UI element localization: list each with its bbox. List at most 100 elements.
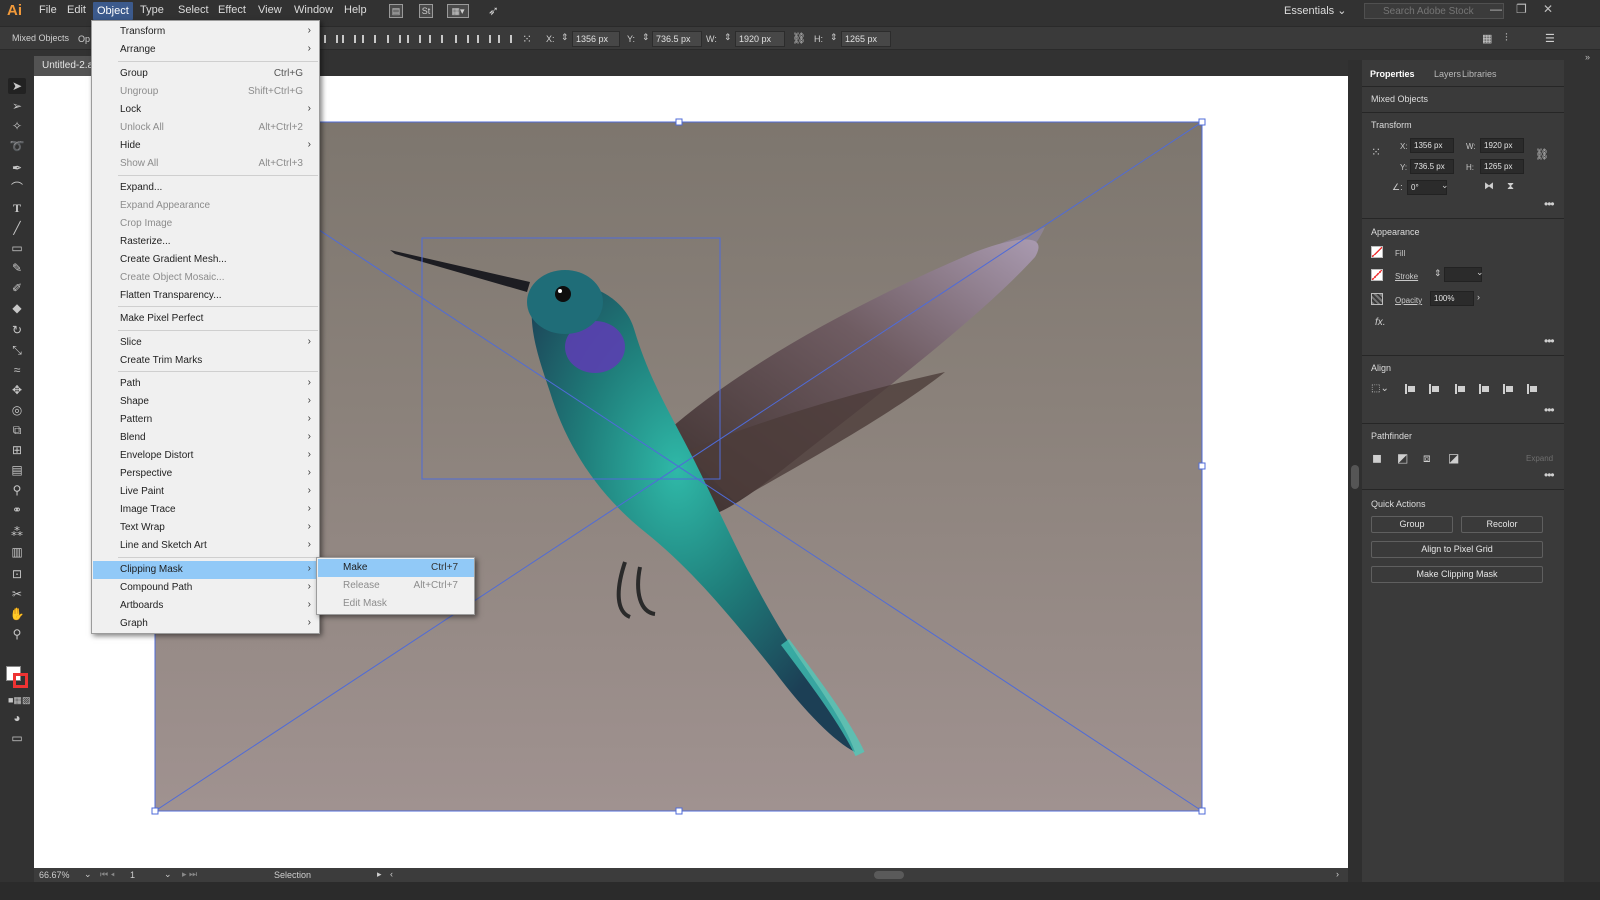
menu-item-rasterize[interactable]: Rasterize... [93,233,319,251]
first-artboard-icon[interactable]: ⏮ ◂ [100,869,115,880]
menu-item-live-paint[interactable]: Live Paint › [93,483,319,501]
align-left-icon[interactable] [1404,383,1416,395]
fx-icon[interactable]: fx. [1375,317,1386,328]
menu-item-slice[interactable]: Slice › [93,334,319,352]
mesh-tool-icon[interactable]: ⊞ [8,442,26,458]
submenu-item-edit-mask[interactable]: Edit Mask [318,595,474,613]
transform-w-field[interactable]: 1920 px [1480,138,1524,153]
chevron-down-icon[interactable]: ⌄ [84,869,92,880]
tab-properties[interactable]: Properties [1370,69,1415,79]
menu-item-shape[interactable]: Shape › [93,393,319,411]
h-stepper-icon[interactable]: ⇕ [830,32,838,43]
menu-item-blend[interactable]: Blend › [93,429,319,447]
gradient-tool-icon[interactable]: ▤ [8,462,26,478]
menu-item-lock[interactable]: Lock › [93,101,319,119]
transform-x-field[interactable]: 1356 px [1410,138,1454,153]
align-hcenter-icon[interactable] [1428,383,1440,395]
menu-item-crop-image[interactable]: Crop Image [93,215,319,233]
more-options-icon[interactable]: ••• [1544,334,1555,348]
menu-item-artboards[interactable]: Artboards › [93,597,319,615]
magic-wand-tool-icon[interactable]: ✧ [8,118,26,134]
stock-icon[interactable]: St [419,4,433,18]
control-menu-icon[interactable]: ☰ [1545,32,1555,45]
tab-layers[interactable]: Layers [1434,69,1461,79]
arrange-documents-icon[interactable]: ▦▾ [447,4,469,18]
stroke-none-swatch[interactable] [1371,269,1383,281]
paintbrush-tool-icon[interactable]: ✎ [8,260,26,276]
align-to-selection-icon[interactable]: ⬚⌄ [1371,383,1389,394]
align-hcenter-icon[interactable] [340,32,356,46]
menu-item-create-trim-marks[interactable]: Create Trim Marks [93,352,319,370]
align-vcenter-icon[interactable] [1502,383,1514,395]
recolor-button[interactable]: Recolor [1461,516,1543,533]
menu-item-unlock-all[interactable]: Unlock All Alt+Ctrl+2 [93,119,319,137]
menu-item-create-object-mosaic[interactable]: Create Object Mosaic... [93,269,319,287]
menu-item-show-all[interactable]: Show All Alt+Ctrl+3 [93,155,319,173]
menu-item-compound-path[interactable]: Compound Path › [93,579,319,597]
draw-mode-icon[interactable]: ◕ [8,710,26,726]
constrain-proportions-icon[interactable]: ⛓ [1535,148,1549,161]
w-stepper-icon[interactable]: ⇕ [724,32,732,43]
scroll-left-icon[interactable]: ‹ [390,869,393,879]
align-top-icon[interactable] [385,32,401,46]
menu-select[interactable]: Select [178,4,209,16]
submenu-item-make[interactable]: Make Ctrl+7 [318,559,474,577]
direct-selection-tool-icon[interactable]: ➢ [8,98,26,114]
make-clipping-mask-button[interactable]: Make Clipping Mask [1371,566,1543,583]
rotate-tool-icon[interactable]: ↻ [8,322,26,338]
x-field[interactable]: 1356 px [572,31,620,47]
fill-none-swatch[interactable] [1371,246,1383,258]
menu-file[interactable]: File [39,4,57,16]
zoom-tool-icon[interactable]: ⚲ [8,626,26,642]
group-button[interactable]: Group [1371,516,1453,533]
tab-libraries[interactable]: Libraries [1462,69,1497,79]
menu-item-path[interactable]: Path › [93,375,319,393]
opacity-field[interactable]: 100% [1430,291,1474,306]
align-bottom-icon[interactable] [1526,383,1538,395]
menu-item-make-pixel-perfect[interactable]: Make Pixel Perfect [93,310,319,328]
rectangle-tool-icon[interactable]: ▭ [8,240,26,256]
minus-front-icon[interactable]: ◩ [1397,451,1408,465]
menu-help[interactable]: Help [344,4,367,16]
stroke-swatch[interactable] [13,673,28,688]
shaper-tool-icon[interactable]: ✐ [8,280,26,296]
collapse-panels-icon[interactable]: » [1585,52,1590,62]
distribute-right-icon[interactable] [496,32,512,46]
align-right-icon[interactable] [1454,383,1466,395]
menu-item-clipping-mask[interactable]: Clipping Mask › [93,561,319,579]
flip-horizontal-icon[interactable]: ⧓ [1484,181,1494,192]
perspective-grid-tool-icon[interactable]: ⧉ [8,422,26,438]
menu-item-group[interactable]: Group Ctrl+G [93,65,319,83]
scale-tool-icon[interactable]: ⤡ [8,342,26,358]
transform-y-field[interactable]: 736.5 px [1410,159,1454,174]
symbol-sprayer-tool-icon[interactable]: ⁂ [8,524,26,540]
menu-item-perspective[interactable]: Perspective › [93,465,319,483]
align-bottom-icon[interactable] [427,32,443,46]
menu-item-image-trace[interactable]: Image Trace › [93,501,319,519]
constrain-proportions-icon[interactable]: ⛓ [792,32,806,45]
more-options-icon[interactable]: ••• [1544,468,1555,482]
hand-tool-icon[interactable]: ✋ [8,606,26,622]
transform-h-field[interactable]: 1265 px [1480,159,1524,174]
type-tool-icon[interactable]: T [8,200,26,216]
blend-tool-icon[interactable]: ⚭ [8,502,26,518]
vertical-scrollbar[interactable] [1348,60,1362,882]
workspace-switcher[interactable]: Essentials ⌄ [1284,4,1346,17]
menu-item-expand[interactable]: Expand... [93,179,319,197]
submenu-item-release[interactable]: Release Alt+Ctrl+7 [318,577,474,595]
pen-tool-icon[interactable]: ✒ [8,160,26,176]
horizontal-scrollbar-thumb[interactable] [874,871,904,879]
reference-point-icon[interactable]: ⁙ [522,32,532,46]
scroll-right-icon[interactable]: › [1336,869,1339,879]
color-mode-icons[interactable]: ■▦▨ [8,692,30,708]
flip-vertical-icon[interactable]: ⧗ [1507,181,1514,192]
menu-item-envelope-distort[interactable]: Envelope Distort › [93,447,319,465]
stroke-label[interactable]: Stroke [1395,272,1418,281]
column-graph-tool-icon[interactable]: ▥ [8,544,26,560]
menu-item-ungroup[interactable]: Ungroup Shift+Ctrl+G [93,83,319,101]
menu-effect[interactable]: Effect [218,4,246,16]
menu-item-graph[interactable]: Graph › [93,615,319,633]
opacity-label[interactable]: Opacity [1395,296,1422,305]
menu-item-line-and-sketch-art[interactable]: Line and Sketch Art › [93,537,319,555]
menu-item-expand-appearance[interactable]: Expand Appearance [93,197,319,215]
